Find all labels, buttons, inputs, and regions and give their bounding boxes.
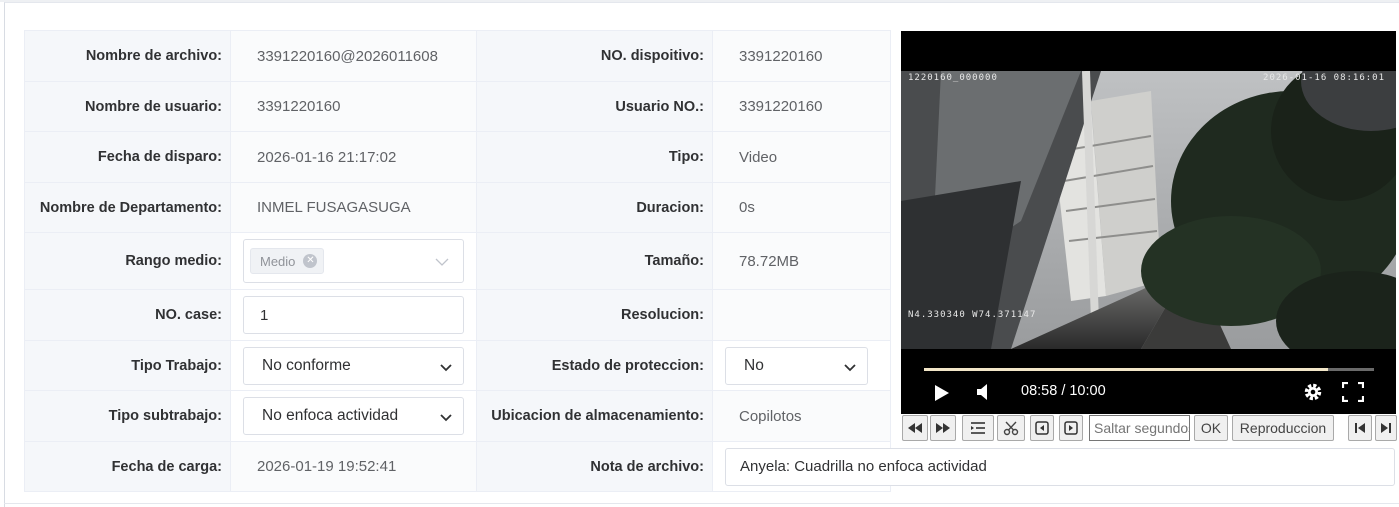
duration-value: 0s xyxy=(739,199,755,216)
protection-status-select[interactable]: No xyxy=(725,346,868,385)
table-row: NO. case: 1 Resolucion: xyxy=(24,289,891,341)
seek-ok-button[interactable]: OK xyxy=(1194,415,1228,441)
rewind-icon xyxy=(908,423,922,433)
skip-end-button[interactable] xyxy=(1375,415,1397,441)
video-progress-bar[interactable] xyxy=(924,368,1374,371)
fast-forward-icon xyxy=(936,423,950,433)
file-name-value: 3391220160@2026011608 xyxy=(257,47,438,65)
case-no-label: NO. case: xyxy=(24,289,231,341)
clip-button[interactable] xyxy=(997,415,1025,441)
skip-start-button[interactable] xyxy=(1348,415,1372,441)
user-name-label: Nombre de usuario: xyxy=(24,81,231,132)
range-multiselect[interactable]: Medio ✕ xyxy=(243,239,464,283)
type-value: Video xyxy=(739,148,778,166)
table-row: Tipo Trabajo: No conforme Estado de prot… xyxy=(24,340,891,391)
work-type-select[interactable]: No conforme xyxy=(243,346,464,385)
table-row: Nombre de Departamento: INMEL FUSAGASUGA… xyxy=(24,182,891,233)
chevron-down-icon xyxy=(440,363,452,371)
video-time-display: 08:58 / 10:00 xyxy=(1021,383,1106,399)
scissors-icon xyxy=(1003,421,1019,436)
device-no-value: 3391220160 xyxy=(739,47,823,65)
storage-location-label: Ubicacion de almacenamiento: xyxy=(476,390,713,442)
next-frame-icon xyxy=(1064,421,1078,435)
table-row: Nombre de usuario: 3391220160 Usuario NO… xyxy=(24,81,891,132)
list-icon xyxy=(971,422,985,434)
department-value: INMEL FUSAGASUGA xyxy=(257,199,411,216)
next-frame-button[interactable] xyxy=(1059,415,1083,441)
play-icon[interactable] xyxy=(933,383,951,403)
skip-end-icon xyxy=(1381,423,1391,433)
range-tag: Medio ✕ xyxy=(250,248,325,274)
file-note-input[interactable]: Anyela: Cuadrilla no enfoca actividad xyxy=(725,447,1395,486)
osd-timestamp: 2026-01-16 08:16:01 xyxy=(1263,73,1385,83)
prev-frame-button[interactable] xyxy=(1030,415,1054,441)
size-value: 78.72MB xyxy=(739,252,800,270)
upload-date-label: Fecha de carga: xyxy=(24,441,231,492)
video-frame-image xyxy=(901,71,1396,349)
file-note-label: Nota de archivo: xyxy=(476,441,713,492)
device-no-label: NO. dispoitivo: xyxy=(476,30,713,82)
osd-camera-id: 1220160_000000 xyxy=(908,73,998,83)
prev-frame-icon xyxy=(1035,421,1049,435)
work-type-selected: No conforme xyxy=(262,356,351,374)
protection-status-label: Estado de proteccion: xyxy=(476,340,713,391)
trigger-date-label: Fecha de disparo: xyxy=(24,131,231,183)
table-row: Fecha de disparo: 2026-01-16 21:17:02 Ti… xyxy=(24,131,891,183)
protection-status-selected: No xyxy=(744,356,764,374)
department-label: Nombre de Departamento: xyxy=(24,182,231,233)
duration-label: Duracion: xyxy=(476,182,713,233)
work-subtype-label: Tipo subtrabajo: xyxy=(24,390,231,442)
playback-mode-button[interactable]: Reproduccion xyxy=(1232,415,1334,441)
user-name-value: 3391220160 xyxy=(257,98,341,115)
storage-location-value: Copilotos xyxy=(739,407,802,425)
volume-icon[interactable] xyxy=(975,382,993,402)
osd-gps: N4.330340 W74.371147 xyxy=(908,310,1037,320)
table-row: Nombre de archivo: 3391220160@2026011608… xyxy=(24,30,891,82)
gear-icon[interactable] xyxy=(1302,381,1324,403)
upload-date-value: 2026-01-19 19:52:41 xyxy=(257,458,397,475)
case-no-input[interactable]: 1 xyxy=(243,296,464,334)
chevron-down-icon xyxy=(435,258,449,266)
divider xyxy=(4,503,1399,504)
chevron-down-icon xyxy=(440,414,452,422)
type-label: Tipo: xyxy=(476,131,713,183)
work-subtype-select[interactable]: No enfoca actividad xyxy=(243,397,464,435)
trigger-date-value: 2026-01-16 21:17:02 xyxy=(257,148,397,166)
seek-seconds-input[interactable]: Saltar segundos xyxy=(1089,415,1190,441)
size-label: Tamaño: xyxy=(476,232,713,290)
table-row: Tipo subtrabajo: No enfoca actividad Ubi… xyxy=(24,390,891,442)
file-name-label: Nombre de archivo: xyxy=(24,30,231,82)
playlist-button[interactable] xyxy=(962,415,994,441)
video-player[interactable]: 1220160_000000 2026-01-16 08:16:01 N4.33… xyxy=(901,31,1396,414)
work-type-label: Tipo Trabajo: xyxy=(24,340,231,391)
fullscreen-icon[interactable] xyxy=(1342,382,1364,402)
range-label: Rango medio: xyxy=(24,232,231,290)
range-tag-label: Medio xyxy=(260,253,296,269)
tag-close-icon[interactable]: ✕ xyxy=(303,254,318,268)
user-no-label: Usuario NO.: xyxy=(476,81,713,132)
resolution-label: Resolucion: xyxy=(476,289,713,341)
playback-toolbar: Saltar segundos OK Reproduccion xyxy=(901,414,1399,442)
skip-start-icon xyxy=(1355,423,1365,433)
user-no-value: 3391220160 xyxy=(739,98,823,115)
chevron-down-icon xyxy=(844,363,856,371)
fast-forward-button[interactable] xyxy=(930,415,956,441)
video-progress-fill xyxy=(924,368,1328,371)
video-frame: 1220160_000000 2026-01-16 08:16:01 N4.33… xyxy=(901,71,1396,349)
rewind-button[interactable] xyxy=(902,415,928,441)
file-info-table: Nombre de archivo: 3391220160@2026011608… xyxy=(24,30,1395,492)
table-row: Fecha de carga: 2026-01-19 19:52:41 Nota… xyxy=(24,441,1395,492)
work-subtype-selected: No enfoca actividad xyxy=(262,407,399,424)
table-row: Rango medio: Medio ✕ Tamaño: 78.72MB xyxy=(24,232,891,290)
